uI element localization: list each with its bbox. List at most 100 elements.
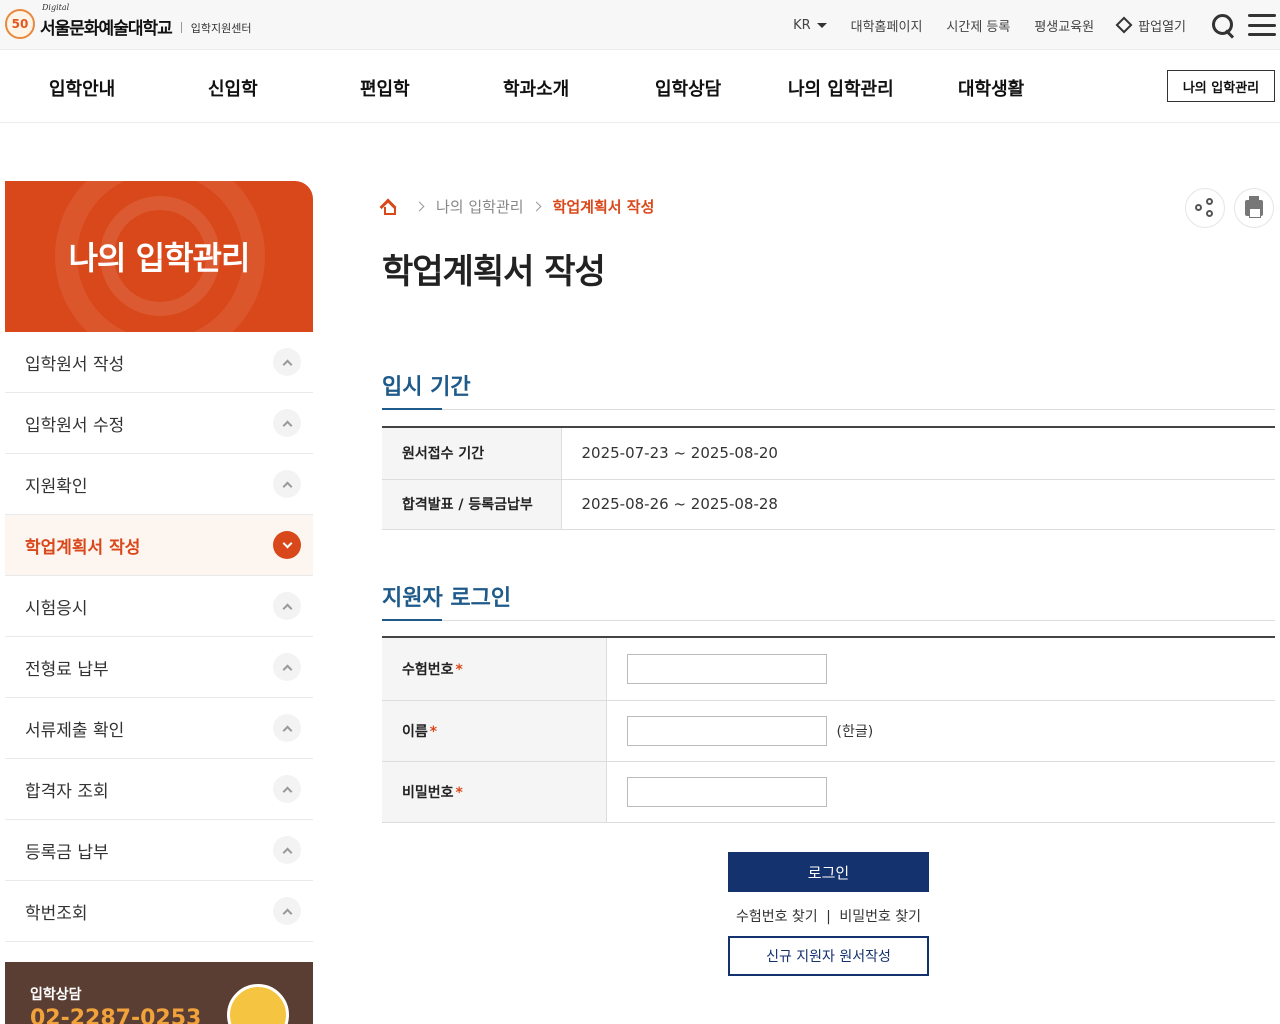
layers-icon (1115, 16, 1133, 34)
print-button[interactable] (1234, 188, 1274, 228)
chevron-up-icon (273, 714, 301, 742)
sidebar-item-label: 입학원서 수정 (25, 415, 125, 436)
logo-emblem-icon: 50 (5, 8, 35, 39)
sidebar-item-result-check[interactable]: 합격자 조회 (5, 759, 313, 820)
sidebar-item-application-edit[interactable]: 입학원서 수정 (5, 393, 313, 454)
logo-subtitle: 입학지원센터 (190, 21, 252, 35)
sidebar-item-exam[interactable]: 시험응시 (5, 576, 313, 637)
sidebar-menu: 입학원서 작성 입학원서 수정 지원확인 학업계획서 작성 시험응시 전형료 납… (5, 332, 313, 942)
sidebar-item-fee-payment[interactable]: 전형료 납부 (5, 637, 313, 698)
sidebar-item-application-write[interactable]: 입학원서 작성 (5, 332, 313, 393)
required-mark: * (429, 723, 438, 740)
find-exam-number-link[interactable]: 수험번호 찾기 (736, 909, 818, 925)
period-table: 원서접수 기간 2025-07-23 ~ 2025-08-20 합격발표 / 등… (382, 426, 1275, 530)
gnb-transfer[interactable]: 편입학 (360, 75, 410, 101)
top-utility-bar: 50 Digital 서울문화예술대학교 입학지원센터 KR 대학홈페이지 시간… (0, 0, 1280, 50)
field-cell (606, 761, 1275, 823)
name-input[interactable] (626, 715, 827, 746)
headset-counselor-icon (227, 984, 289, 1024)
breadcrumb: 나의 입학관리 학업계획서 작성 (381, 196, 654, 217)
consult-banner[interactable]: 입학상담 02-2287-0253 (5, 962, 313, 1024)
share-button[interactable] (1185, 188, 1225, 228)
breadcrumb-level1[interactable]: 나의 입학관리 (436, 196, 524, 217)
chevron-up-icon (273, 836, 301, 864)
sidebar-item-label: 시험응시 (25, 598, 88, 619)
field-label-password: 비밀번호 * (382, 761, 607, 823)
popup-open-button[interactable]: 팝업열기 (1115, 16, 1186, 35)
chevron-right-icon (531, 201, 542, 212)
chevron-down-icon (273, 531, 301, 559)
sidebar-header: 나의 입학관리 (5, 181, 313, 332)
gnb-departments[interactable]: 학과소개 (503, 75, 569, 101)
sidebar-item-label: 지원확인 (25, 476, 88, 497)
period-label: 원서접수 기간 (382, 427, 562, 480)
sidebar-item-label: 학번조회 (25, 903, 88, 924)
table-row: 수험번호 * (382, 637, 1275, 701)
search-icon[interactable] (1210, 12, 1236, 38)
menu-icon[interactable] (1248, 14, 1276, 36)
table-row: 원서접수 기간 2025-07-23 ~ 2025-08-20 (382, 427, 1275, 480)
sidebar-item-student-id[interactable]: 학번조회 (5, 881, 313, 942)
sidebar-item-document-check[interactable]: 서류제출 확인 (5, 698, 313, 759)
logo-name: 서울문화예술대학교 (40, 19, 173, 39)
period-value: 2025-08-26 ~ 2025-08-28 (561, 479, 1275, 530)
university-logo[interactable]: 50 Digital 서울문화예술대학교 입학지원센터 (5, 3, 252, 39)
share-icon (1195, 198, 1215, 218)
breadcrumb-current: 학업계획서 작성 (552, 198, 655, 216)
field-label-exam-number: 수험번호 * (382, 637, 607, 701)
password-input[interactable] (626, 776, 827, 807)
sidebar-item-study-plan[interactable]: 학업계획서 작성 (5, 515, 313, 576)
caret-down-icon (816, 22, 827, 28)
consult-label: 입학상담 (30, 987, 82, 1003)
chevron-up-icon (273, 592, 301, 620)
timed-registration-link[interactable]: 시간제 등록 (946, 16, 1010, 35)
section-divider (382, 408, 1275, 410)
logo-separator (180, 22, 182, 33)
language-select[interactable]: KR (793, 18, 827, 33)
find-password-link[interactable]: 비밀번호 찾기 (839, 909, 921, 925)
univ-home-link[interactable]: 대학홈페이지 (851, 16, 923, 35)
consult-phone: 02-2287-0253 (30, 1006, 202, 1024)
sidebar-title: 나의 입학관리 (68, 239, 251, 277)
sidebar-item-application-check[interactable]: 지원확인 (5, 454, 313, 515)
login-button[interactable]: 로그인 (728, 852, 929, 892)
logo-text: Digital 서울문화예술대학교 (40, 3, 173, 39)
sidebar-item-label: 등록금 납부 (25, 842, 109, 863)
find-links: 수험번호 찾기 | 비밀번호 찾기 (728, 906, 929, 926)
gnb-my-admission[interactable]: 나의 입학관리 (788, 75, 894, 101)
period-label: 합격발표 / 등록금납부 (382, 479, 562, 530)
new-application-button[interactable]: 신규 지원자 원서작성 (728, 936, 929, 976)
sidebar-item-label: 입학원서 작성 (25, 354, 125, 375)
sidebar-item-label: 합격자 조회 (25, 781, 109, 802)
link-separator: | (826, 909, 831, 925)
home-icon[interactable] (381, 201, 396, 215)
period-section-title: 입시 기간 (382, 375, 471, 400)
utility-menu: KR 대학홈페이지 시간제 등록 평생교육원 팝업열기 (793, 0, 1280, 50)
my-admission-button[interactable]: 나의 입학관리 (1167, 70, 1275, 102)
sidebar-item-tuition-payment[interactable]: 등록금 납부 (5, 820, 313, 881)
gnb-consulting[interactable]: 입학상담 (655, 75, 721, 101)
lifelong-education-link[interactable]: 평생교육원 (1034, 16, 1094, 35)
chevron-up-icon (273, 409, 301, 437)
logo-digital: Digital (42, 3, 70, 12)
chevron-up-icon (273, 470, 301, 498)
chevron-up-icon (273, 653, 301, 681)
gnb-campus-life[interactable]: 대학생활 (958, 75, 1024, 101)
table-row: 이름 * (한글) (382, 700, 1275, 762)
printer-icon (1245, 196, 1263, 218)
chevron-right-icon (414, 201, 425, 212)
page-title: 학업계획서 작성 (382, 252, 606, 292)
chevron-up-icon (273, 348, 301, 376)
gnb-admission-guide[interactable]: 입학안내 (49, 75, 115, 101)
sidebar-item-label: 전형료 납부 (25, 659, 109, 680)
chevron-up-icon (273, 897, 301, 925)
login-form-table: 수험번호 * 이름 * (한글) 비밀번호 * (382, 636, 1275, 823)
exam-number-input[interactable] (626, 653, 827, 684)
field-cell: (한글) (606, 700, 1275, 762)
sidebar-item-label: 학업계획서 작성 (25, 537, 141, 558)
required-mark: * (455, 784, 463, 801)
language-label: KR (793, 17, 811, 33)
required-mark: * (455, 661, 463, 678)
gnb-freshman[interactable]: 신입학 (208, 75, 258, 101)
sidebar-item-label: 서류제출 확인 (25, 720, 125, 741)
